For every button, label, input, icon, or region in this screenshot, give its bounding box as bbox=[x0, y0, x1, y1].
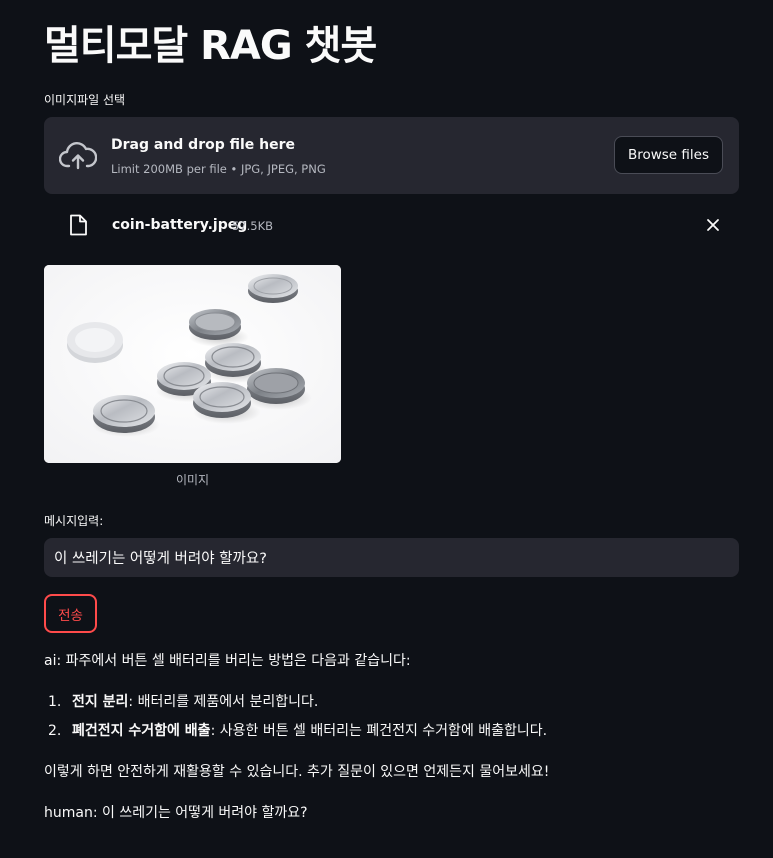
uploaded-image bbox=[44, 265, 341, 463]
step-title: 폐건전지 수거함에 배출 bbox=[72, 723, 211, 739]
coin-battery-image bbox=[44, 265, 341, 463]
uploader-label: 이미지파일 선택 bbox=[44, 93, 126, 107]
list-number: 2. bbox=[48, 723, 62, 739]
uploaded-file-row: coin-battery.jpeg 57.5KB bbox=[44, 207, 739, 243]
message-label: 메시지입력: bbox=[44, 514, 104, 528]
step-text: : 배터리를 제품에서 분리합니다. bbox=[128, 694, 319, 710]
uploaded-file-size: 57.5KB bbox=[232, 219, 274, 233]
uploaded-file-name: coin-battery.jpeg bbox=[112, 217, 248, 233]
step-title: 전지 분리 bbox=[72, 694, 129, 710]
human-message: human: 이 쓰레기는 어떻게 버려야 할까요? bbox=[44, 805, 308, 821]
list-item: 2. 폐건전지 수거함에 배출: 사용한 버튼 셀 배터리는 폐건전지 수거함에 … bbox=[48, 721, 547, 741]
ai-message-intro: ai: 파주에서 버튼 셀 배터리를 버리는 방법은 다음과 같습니다: bbox=[44, 653, 411, 669]
file-dropzone[interactable]: Drag and drop file here Limit 200MB per … bbox=[44, 117, 739, 194]
dropzone-limit-text: Limit 200MB per file • JPG, JPEG, PNG bbox=[111, 162, 326, 176]
image-caption: 이미지 bbox=[175, 473, 210, 487]
dropzone-instructions: Drag and drop file here bbox=[111, 137, 296, 153]
browse-files-button[interactable]: Browse files bbox=[613, 136, 723, 174]
cloud-upload-icon bbox=[59, 142, 97, 170]
page-title: 멀티모달 RAG 챗봇 bbox=[44, 23, 377, 69]
message-input[interactable] bbox=[44, 538, 739, 577]
ai-message-outro: 이렇게 하면 안전하게 재활용할 수 있습니다. 추가 질문이 있으면 언제든지… bbox=[44, 764, 550, 780]
list-item: 1. 전지 분리: 배터리를 제품에서 분리합니다. bbox=[48, 692, 318, 712]
step-text: : 사용한 버튼 셀 배터리는 폐건전지 수거함에 배출합니다. bbox=[210, 723, 548, 739]
close-icon[interactable] bbox=[704, 216, 722, 234]
send-button[interactable]: 전송 bbox=[44, 594, 97, 633]
list-number: 1. bbox=[48, 694, 62, 710]
app-page: 멀티모달 RAG 챗봇 이미지파일 선택 Drag and drop file … bbox=[0, 0, 773, 858]
file-icon bbox=[70, 214, 87, 236]
